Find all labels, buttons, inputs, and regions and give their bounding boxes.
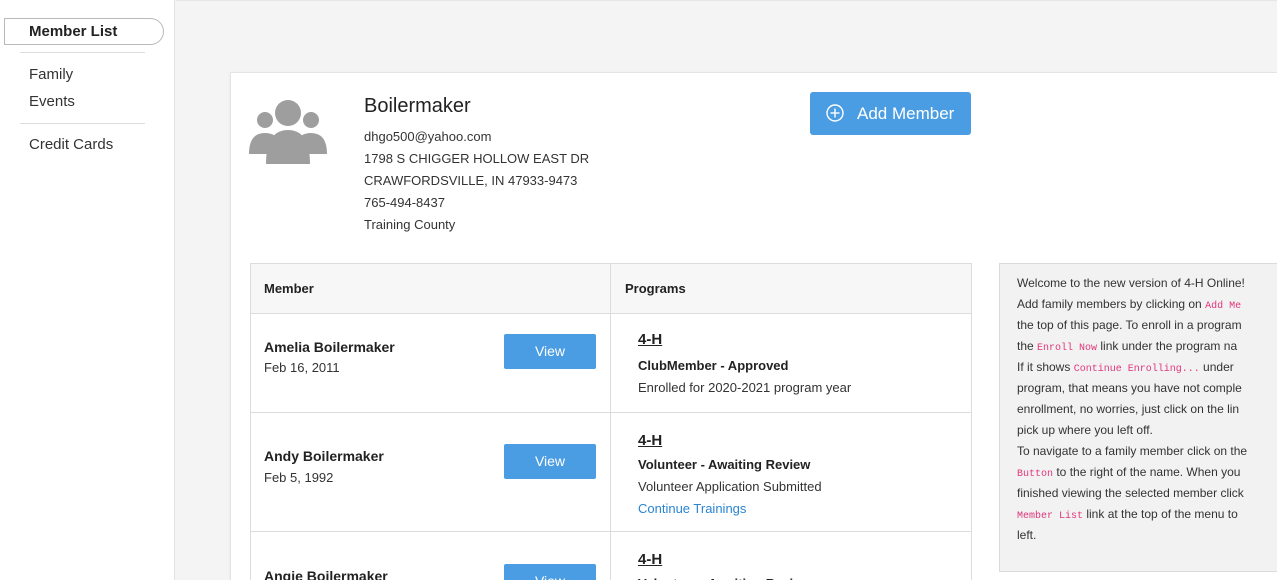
info-line: the Enroll Now link under the program na	[1017, 339, 1238, 354]
member-name: Amelia Boilermaker	[264, 339, 395, 355]
plus-circle-icon	[826, 104, 844, 122]
sidebar-item-label: Member List	[29, 23, 118, 40]
program-role: Volunteer - Awaiting Review	[638, 457, 811, 472]
family-county: Training County	[364, 217, 456, 232]
family-email: dhgo500@yahoo.com	[364, 129, 492, 144]
info-line: finished viewing the selected member cli…	[1017, 486, 1244, 500]
member-name: Angie Boilermaker	[264, 568, 388, 580]
view-member-button[interactable]: View	[504, 334, 596, 369]
view-member-button[interactable]: View	[504, 444, 596, 479]
info-line: Add family members by clicking on Add Me	[1017, 297, 1242, 312]
column-header-member: Member	[264, 281, 314, 296]
add-member-label: Add Member	[857, 104, 955, 123]
row-divider	[251, 412, 971, 413]
info-line: Welcome to the new version of 4-H Online…	[1017, 276, 1245, 290]
welcome-info-box: Welcome to the new version of 4-H Online…	[999, 263, 1277, 572]
sidebar-item-family[interactable]: Family	[29, 66, 73, 83]
sidebar-divider	[20, 52, 145, 53]
member-dob: Feb 16, 2011	[264, 360, 340, 375]
family-avatar-icon	[249, 100, 327, 164]
info-line: pick up where you left off.	[1017, 423, 1153, 437]
add-member-button[interactable]: Add Member	[810, 92, 971, 135]
info-line: program, that means you have not comple	[1017, 381, 1242, 395]
family-phone: 765-494-8437	[364, 195, 445, 210]
family-card: Boilermaker dhgo500@yahoo.com 1798 S CHI…	[230, 72, 1277, 580]
program-link[interactable]: 4-H	[638, 331, 662, 348]
info-line: To navigate to a family member click on …	[1017, 444, 1248, 458]
member-table: Member Programs Amelia Boilermaker Feb 1…	[250, 263, 972, 580]
column-header-programs: Programs	[625, 281, 686, 296]
family-name: Boilermaker	[364, 95, 471, 117]
sidebar-item-credit-cards[interactable]: Credit Cards	[29, 136, 113, 153]
sidebar-item-events[interactable]: Events	[29, 93, 75, 110]
row-divider	[251, 531, 971, 532]
program-note: Volunteer Application Submitted	[638, 479, 822, 494]
top-border	[176, 0, 1277, 1]
program-note: Enrolled for 2020-2021 program year	[638, 380, 852, 395]
info-line: enrollment, no worries, just click on th…	[1017, 402, 1240, 416]
member-dob: Feb 5, 1992	[264, 470, 334, 485]
info-line: left.	[1017, 528, 1037, 542]
program-role: ClubMember - Approved	[638, 358, 789, 373]
sidebar: Member List Family Events Credit Cards	[0, 0, 175, 580]
program-link[interactable]: 4-H	[638, 551, 662, 568]
sidebar-divider	[20, 123, 145, 124]
info-line: If it shows Continue Enrolling... under	[1017, 360, 1234, 375]
table-header: Member Programs	[251, 264, 971, 314]
view-member-button[interactable]: View	[504, 564, 596, 580]
program-role: Volunteer - Awaiting Review	[638, 576, 810, 580]
continue-trainings-link[interactable]: Continue Trainings	[638, 501, 746, 516]
family-address-line1: 1798 S CHIGGER HOLLOW EAST DR	[364, 151, 590, 166]
info-line: Button to the right of the name. When yo…	[1017, 465, 1241, 480]
sidebar-item-member-list[interactable]: Member List	[4, 18, 164, 45]
family-address-line2: CRAWFORDSVILLE, IN 47933-9473	[364, 173, 578, 188]
member-name: Andy Boilermaker	[264, 448, 384, 464]
info-line: Member List link at the top of the menu …	[1017, 507, 1238, 522]
info-line: the top of this page. To enroll in a pro…	[1017, 318, 1242, 332]
column-divider	[610, 264, 611, 580]
program-link[interactable]: 4-H	[638, 432, 662, 449]
